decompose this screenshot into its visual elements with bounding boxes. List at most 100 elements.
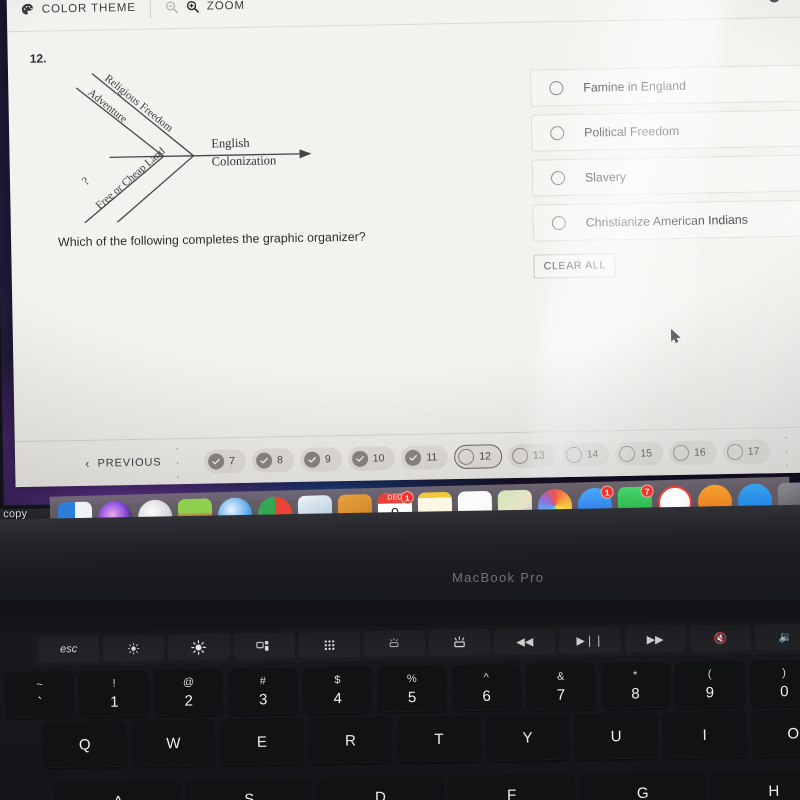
empty-circle-icon xyxy=(726,443,743,460)
keyboard-dim-icon[interactable] xyxy=(363,630,426,658)
answer-option-1[interactable]: Political Freedom xyxy=(530,108,800,152)
key-e[interactable]: E xyxy=(220,718,304,766)
mouse-cursor xyxy=(670,328,682,344)
brightness-up-icon[interactable] xyxy=(168,633,230,661)
check-icon xyxy=(208,452,225,470)
check-icon xyxy=(255,451,273,469)
key-letter: D xyxy=(374,788,386,800)
key-lower: 2 xyxy=(184,691,194,710)
key-letter: G xyxy=(636,784,649,800)
radio-button-icon[interactable] xyxy=(550,125,565,140)
key-i[interactable]: I xyxy=(663,711,746,759)
empty-circle-icon xyxy=(672,444,690,461)
key-tilde[interactable]: ~ ` xyxy=(5,671,74,719)
radio-button-icon[interactable] xyxy=(549,80,564,95)
launchpad-grid-icon[interactable] xyxy=(298,631,361,659)
mute-icon[interactable]: 🔇 xyxy=(689,624,752,652)
fast-forward-icon[interactable]: ▶▶ xyxy=(624,625,686,653)
check-icon xyxy=(351,450,368,467)
app-toolbar: COLOR THEME ZOOM xyxy=(6,0,800,33)
key-9[interactable]: (9 xyxy=(675,660,744,708)
empty-circle-icon xyxy=(619,445,636,462)
key-upper: ~ xyxy=(36,678,43,691)
mission-control-icon[interactable] xyxy=(233,632,295,660)
organizer-result-line1: English xyxy=(211,136,250,151)
pagination-leading-ellipsis: · · · xyxy=(175,440,183,483)
key-lower: 1 xyxy=(110,693,119,711)
organizer-label-question: ? xyxy=(79,174,92,188)
key-h[interactable]: H xyxy=(711,769,800,800)
magnifier-minus-icon[interactable] xyxy=(165,0,179,14)
pagination-item-7[interactable]: 7 xyxy=(204,448,247,474)
pagination-item-14[interactable]: 14 xyxy=(561,441,610,467)
key-q[interactable]: Q xyxy=(43,720,126,769)
key-a[interactable]: A xyxy=(55,780,181,800)
previous-button[interactable]: ‹ PREVIOUS xyxy=(85,454,162,471)
key-3[interactable]: #3 xyxy=(229,667,298,715)
key-u[interactable]: U xyxy=(574,712,658,760)
empty-circle-icon xyxy=(565,446,582,463)
pagination-item-11[interactable]: 11 xyxy=(401,444,449,470)
brightness-down-icon[interactable] xyxy=(102,634,165,662)
graphic-organizer-diagram: Religious Freedom Adventure ? Free or Ch… xyxy=(70,53,323,224)
pagination-item-10[interactable]: 10 xyxy=(347,445,396,471)
pagination-item-8[interactable]: 8 xyxy=(251,447,295,473)
key-7[interactable]: & 7 xyxy=(526,663,595,711)
pagination-number: 7 xyxy=(229,454,236,467)
key-r[interactable]: R xyxy=(309,716,392,765)
key-1[interactable]: ! 1 xyxy=(80,670,149,718)
key-letter: T xyxy=(434,730,444,748)
key-o[interactable]: O xyxy=(752,709,800,758)
pagination-number: 9 xyxy=(324,452,331,465)
pagination-item-16[interactable]: 16 xyxy=(668,439,717,465)
key-letter: W xyxy=(166,734,181,752)
key-letter: Q xyxy=(78,735,91,754)
color-theme-button[interactable]: COLOR THEME xyxy=(6,0,150,31)
key-g[interactable]: G xyxy=(580,771,706,800)
answer-option-3[interactable]: Christianize American Indians xyxy=(532,198,800,242)
touchbar-key-esc[interactable]: esc xyxy=(37,635,100,663)
empty-circle-icon xyxy=(511,447,529,464)
key-f[interactable]: F xyxy=(449,773,574,800)
key-upper: ^ xyxy=(483,671,489,684)
key-letter: H xyxy=(768,782,780,800)
key-letter: O xyxy=(787,724,800,743)
pagination-item-13[interactable]: 13 xyxy=(507,442,556,468)
key-w[interactable]: W xyxy=(132,719,215,767)
key-4[interactable]: $4 xyxy=(303,666,372,714)
rewind-icon[interactable]: ◀◀ xyxy=(493,627,556,655)
answer-option-2[interactable]: Slavery xyxy=(531,153,800,197)
pagination-item-9[interactable]: 9 xyxy=(299,446,342,472)
radio-button-icon[interactable] xyxy=(550,170,566,185)
zoom-controls[interactable]: ZOOM xyxy=(150,0,259,29)
key-lower: 7 xyxy=(556,686,566,704)
key-5[interactable]: % 5 xyxy=(377,665,447,713)
key-t[interactable]: T xyxy=(397,715,481,763)
add-button[interactable]: ADD xyxy=(768,0,800,3)
key-2[interactable]: @2 xyxy=(154,668,223,717)
pagination-item-12-current[interactable]: 12 xyxy=(454,443,503,469)
key-lower: 6 xyxy=(482,687,491,705)
answer-option-label: Famine in England xyxy=(583,78,687,95)
keyboard-bright-icon[interactable] xyxy=(428,628,491,656)
key-y[interactable]: Y xyxy=(486,713,569,762)
key-letter: Y xyxy=(522,729,533,747)
key-letter: I xyxy=(702,726,707,744)
clear-all-button[interactable]: CLEAR ALL xyxy=(533,253,617,279)
pagination-item-15[interactable]: 15 xyxy=(615,440,664,466)
answer-option-label: Slavery xyxy=(584,169,627,185)
pagination-item-17[interactable]: 17 xyxy=(722,438,771,464)
radio-button-icon[interactable] xyxy=(551,215,566,230)
key-d[interactable]: D xyxy=(318,776,443,800)
answer-option-0[interactable]: Famine in England xyxy=(530,63,800,107)
key-lower: 8 xyxy=(631,684,640,703)
play-pause-icon[interactable]: ▶❘❘ xyxy=(559,626,621,654)
key-0[interactable]: ) 0 xyxy=(750,659,800,707)
previous-label: PREVIOUS xyxy=(97,455,162,470)
key-8[interactable]: * 8 xyxy=(601,661,670,710)
magnifier-plus-icon[interactable] xyxy=(186,0,200,14)
key-s[interactable]: S xyxy=(186,778,312,800)
volume-down-icon[interactable]: 🔉 xyxy=(754,623,800,651)
key-6[interactable]: ^ 6 xyxy=(452,664,521,712)
color-theme-label: COLOR THEME xyxy=(41,1,136,16)
